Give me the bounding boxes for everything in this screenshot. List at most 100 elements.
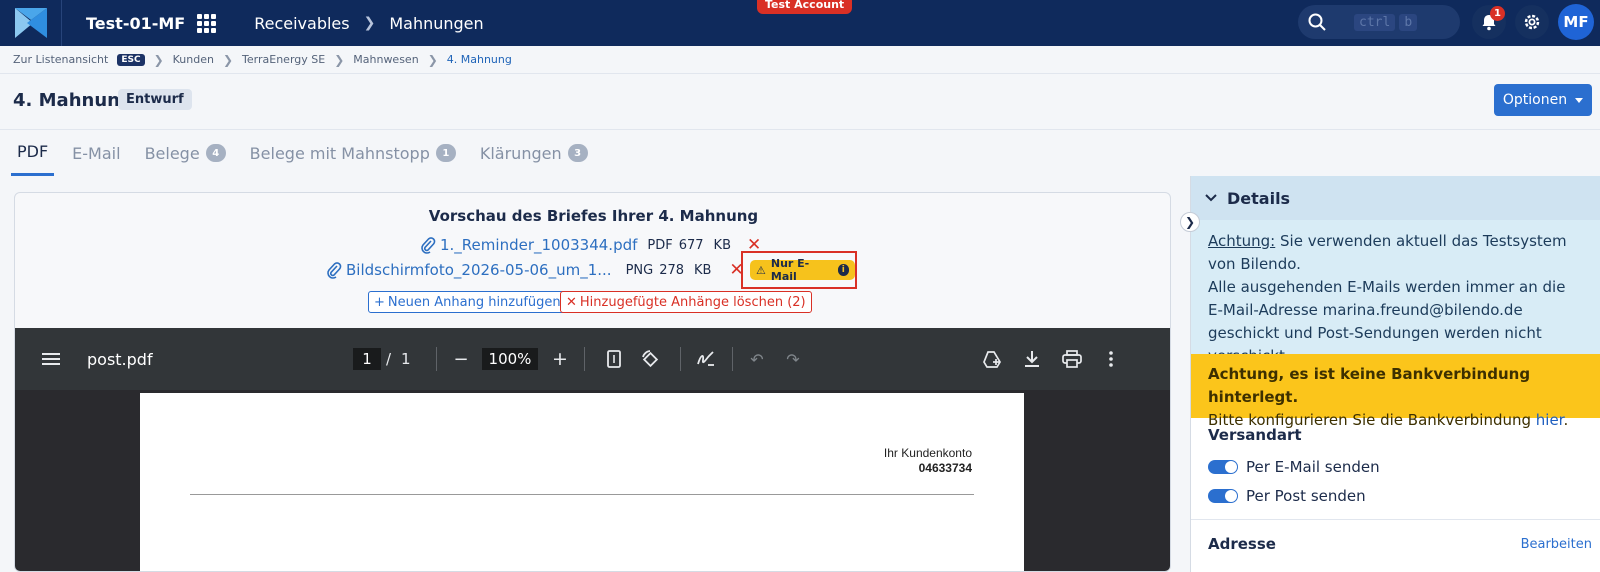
warning-icon: ⚠ [756, 263, 766, 277]
tenant-name[interactable]: Test-01-MF [86, 14, 185, 33]
account-number: 04633734 [918, 461, 972, 475]
zoom-out-icon[interactable]: − [451, 349, 471, 370]
rotate-icon[interactable] [639, 348, 661, 370]
tab-count-badge: 4 [205, 144, 226, 162]
toolbar-divider [732, 347, 733, 371]
page-total: 1 [401, 350, 411, 368]
pdf-filename: post.pdf [87, 349, 153, 369]
email-only-badge[interactable]: ⚠ Nur E-Mail i [750, 257, 855, 283]
chevron-down-icon [1205, 194, 1217, 202]
status-badge: Entwurf [118, 89, 192, 110]
undo-icon[interactable]: ↶ [747, 349, 767, 369]
tab-count-badge: 1 [435, 144, 456, 162]
nav-mahnungen[interactable]: Mahnungen [389, 14, 483, 33]
details-panel: Details Achtung: Sie verwenden aktuell d… [1190, 176, 1600, 572]
pdf-canvas: Ihr Kundenkonto 04633734 [15, 390, 1170, 571]
attachment-link[interactable]: Bildschirmfoto_2026-05-06_um_1... [346, 261, 612, 279]
menu-icon[interactable] [39, 347, 63, 371]
breadcrumb-mahnwesen[interactable]: Mahnwesen [353, 53, 418, 66]
toolbar-divider [584, 347, 585, 371]
attachment-type: PNG [625, 262, 654, 278]
tab-email[interactable]: E-Mail [66, 130, 126, 176]
shipping-title: Versandart [1208, 426, 1302, 444]
nav-receivables[interactable]: Receivables [254, 14, 349, 33]
attachment-row: Bildschirmfoto_2026-05-06_um_1... PNG 27… [326, 260, 744, 280]
tab-pdf[interactable]: PDF [11, 130, 55, 176]
fit-page-icon[interactable] [604, 349, 624, 369]
delete-attachments-button[interactable]: ✕ Hinzugefügte Anhänge löschen (2) [560, 291, 812, 313]
back-to-list-link[interactable]: Zur Listenansicht [13, 53, 108, 66]
esc-key-badge: ESC [117, 53, 145, 66]
page-title: 4. Mahnung [13, 90, 133, 111]
page-number-input[interactable]: 1 [353, 348, 381, 370]
toolbar-divider [680, 347, 681, 371]
apps-grid-icon[interactable] [197, 13, 217, 33]
account-label: Ihr Kundenkonto [883, 446, 972, 460]
caret-down-icon [1575, 97, 1584, 103]
test-account-badge: Test Account [757, 0, 853, 14]
test-system-info: Achtung: Sie verwenden aktuell das Tests… [1191, 220, 1600, 365]
print-icon[interactable] [1061, 348, 1083, 370]
notification-count-badge: 1 [1490, 6, 1505, 21]
close-icon: ✕ [566, 294, 577, 310]
page-separator: / [386, 350, 392, 368]
toolbar-divider [436, 347, 437, 371]
more-vert-icon[interactable] [1103, 348, 1119, 370]
address-title: Adresse [1208, 535, 1276, 553]
breadcrumb-customer[interactable]: TerraEnergy SE [242, 53, 325, 66]
tab-belege-mahnstopp[interactable]: Belege mit Mahnstopp 1 [244, 130, 462, 176]
search-input[interactable]: ctrl b [1298, 5, 1460, 39]
tab-bar: PDF E-Mail Belege 4 Belege mit Mahnstopp 1… [11, 130, 606, 176]
attachment-row: 1._Reminder_1003344.pdf PDF 677 KB ✕ [420, 235, 761, 255]
add-attachment-button[interactable]: + Neuen Anhang hinzufügen [368, 291, 567, 313]
page-header: 4. Mahnung Entwurf Optionen [0, 74, 1600, 130]
pdf-toolbar: post.pdf 1 / 1 − 100% + ↶ ↷ [15, 328, 1170, 390]
notifications-button[interactable]: 1 [1472, 5, 1506, 39]
letter-preview-card: Vorschau des Briefes Ihrer 4. Mahnung 1.… [14, 192, 1171, 572]
edit-address-link[interactable]: Bearbeiten [1521, 537, 1592, 552]
bank-warning: Achtung, es ist keine Bankverbindung hin… [1191, 354, 1600, 429]
tab-klaerungen[interactable]: Klärungen 3 [474, 130, 594, 176]
bilendo-logo[interactable] [0, 0, 62, 46]
post-toggle[interactable] [1208, 489, 1238, 503]
shipping-post-row: Per Post senden [1208, 487, 1366, 505]
annotate-icon[interactable] [695, 348, 717, 370]
top-breadcrumb: Receivables ❯ Mahnungen [254, 14, 483, 33]
breadcrumb-current: 4. Mahnung [446, 53, 512, 66]
attachment-unit: KB [713, 237, 731, 253]
zoom-input[interactable]: 100% [482, 348, 538, 370]
email-only-highlight: ⚠ Nur E-Mail i [741, 251, 857, 289]
breadcrumb: Zur Listenansicht ESC ❯ Kunden ❯ TerraEn… [0, 46, 1600, 74]
drive-add-icon[interactable] [981, 348, 1003, 370]
collapse-panel-button[interactable]: ❯ [1180, 212, 1200, 232]
chevron-right-icon: ❯ [363, 15, 376, 31]
preview-title: Vorschau des Briefes Ihrer 4. Mahnung [428, 207, 759, 225]
configure-bank-link[interactable]: hier [1536, 411, 1564, 429]
pdf-page: Ihr Kundenkonto 04633734 [140, 393, 1024, 571]
breadcrumb-kunden[interactable]: Kunden [173, 53, 214, 66]
avatar[interactable]: MF [1558, 4, 1594, 40]
settings-button[interactable] [1515, 5, 1549, 39]
attachment-link[interactable]: 1._Reminder_1003344.pdf [440, 236, 637, 254]
paperclip-icon [327, 262, 342, 279]
tab-belege[interactable]: Belege 4 [139, 130, 232, 176]
search-icon [1308, 13, 1326, 31]
search-shortcut: ctrl b [1354, 13, 1418, 31]
email-toggle[interactable] [1208, 460, 1238, 474]
attachment-type: PDF [647, 237, 673, 253]
chevron-right-icon: ❯ [427, 52, 438, 67]
chevron-right-icon: ❯ [222, 52, 234, 67]
tab-count-badge: 3 [567, 144, 588, 162]
shipping-email-row: Per E-Mail senden [1208, 458, 1380, 476]
info-prefix: Achtung: [1208, 232, 1276, 250]
attachment-unit: KB [694, 262, 712, 278]
download-icon[interactable] [1021, 348, 1043, 370]
warning-title: Achtung, es ist keine Bankverbindung hin… [1208, 365, 1531, 406]
redo-icon[interactable]: ↷ [783, 349, 803, 369]
top-navbar: Test-01-MF Receivables ❯ Mahnungen Test … [0, 0, 1600, 46]
gear-icon [1524, 14, 1540, 30]
attachment-size: 677 [678, 237, 704, 253]
details-header[interactable]: Details [1191, 176, 1600, 220]
zoom-in-icon[interactable]: + [550, 348, 570, 370]
options-button[interactable]: Optionen [1494, 84, 1592, 116]
